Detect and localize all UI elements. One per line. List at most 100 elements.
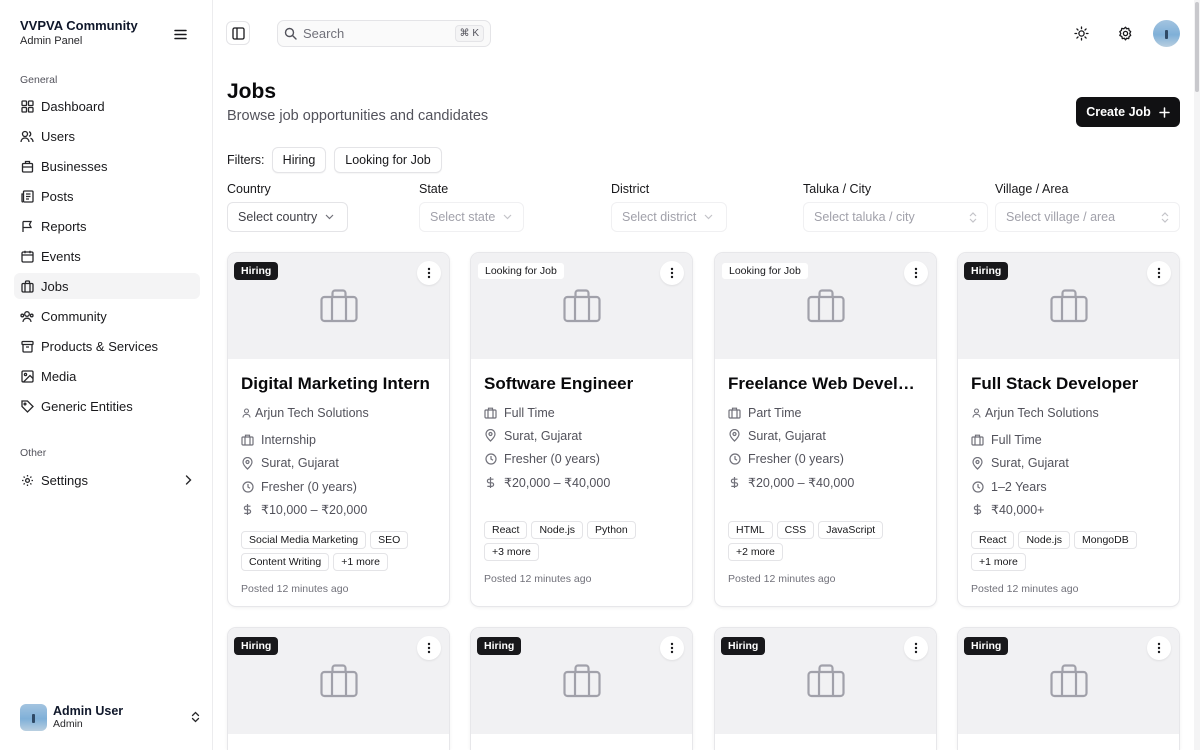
user-menu[interactable]: Admin User Admin	[20, 703, 200, 731]
avatar[interactable]	[1153, 20, 1180, 47]
create-job-button[interactable]: Create Job	[1076, 97, 1180, 127]
status-badge: Looking for Job	[721, 262, 809, 280]
user-role: Admin	[53, 717, 83, 730]
job-card[interactable]: Hiring Full Stack Developer Arjun Tech S…	[957, 252, 1180, 607]
job-card[interactable]: Hiring Digital Marketing Intern Arjun Te…	[227, 252, 450, 607]
briefcase-icon	[319, 289, 358, 323]
more-options-button[interactable]	[1147, 636, 1171, 660]
sidebar-item-dashboard[interactable]: Dashboard	[14, 93, 200, 119]
menu-icon[interactable]	[170, 24, 190, 44]
scrollbar-thumb[interactable]	[1195, 2, 1199, 92]
country-select[interactable]: Select country	[227, 202, 348, 232]
skill-tags: Social Media Marketing SEO Content Writi…	[241, 531, 431, 572]
dashboard-icon	[20, 99, 34, 113]
sidebar-item-media[interactable]: Media	[14, 363, 200, 389]
sidebar-item-label: Reports	[41, 218, 87, 234]
sidebar-toggle-button[interactable]	[226, 21, 250, 45]
posted-time: Posted 12 minutes ago	[484, 573, 592, 586]
job-card[interactable]: Hiring	[227, 627, 450, 750]
gear-icon	[1118, 26, 1133, 41]
search-input[interactable]	[303, 26, 453, 41]
sidebar-item-generic-entities[interactable]: Generic Entities	[14, 393, 200, 419]
taluka-select-value: Select taluka / city	[814, 210, 915, 224]
sidebar-item-label: Products & Services	[41, 338, 159, 354]
skill-tag: SEO	[370, 531, 409, 550]
briefcase-icon	[20, 279, 34, 293]
job-title: Software Engineer	[484, 374, 634, 393]
job-card[interactable]: Hiring	[714, 627, 937, 750]
sidebar-item-products-services[interactable]: Products & Services	[14, 333, 200, 359]
sidebar-item-events[interactable]: Events	[14, 243, 200, 269]
job-title: Full Stack Developer	[971, 374, 1139, 393]
app-subtitle: Admin Panel	[20, 35, 83, 47]
filter-hiring-button[interactable]: Hiring	[272, 147, 326, 173]
settings-button[interactable]	[1114, 22, 1136, 44]
sidebar-item-businesses[interactable]: Businesses	[14, 153, 200, 179]
skill-tags: React Node.js MongoDB +1 more	[971, 531, 1161, 572]
state-select[interactable]: Select state	[419, 202, 524, 232]
more-vertical-icon	[670, 267, 674, 279]
job-card[interactable]: Hiring	[957, 627, 1180, 750]
sun-icon	[1073, 25, 1089, 41]
country-select-value: Select country	[238, 210, 318, 224]
more-options-button[interactable]	[417, 261, 441, 285]
skill-tag: Social Media Marketing	[241, 531, 367, 550]
search-icon	[284, 27, 297, 40]
sidebar-item-label: Posts	[41, 188, 74, 204]
status-badge: Hiring	[964, 637, 1009, 655]
district-select[interactable]: Select district	[611, 202, 727, 232]
job-type: Full Time	[971, 428, 1166, 451]
user-icon	[241, 406, 251, 419]
dollar-icon	[241, 503, 254, 516]
sidebar-item-jobs[interactable]: Jobs	[14, 273, 200, 299]
plus-icon	[1159, 106, 1170, 118]
job-type: Full Time	[484, 401, 679, 424]
more-options-button[interactable]	[660, 636, 684, 660]
sidebar-item-reports[interactable]: Reports	[14, 213, 200, 239]
taluka-select[interactable]: Select taluka / city	[803, 202, 988, 232]
skill-tag: React	[971, 531, 1015, 550]
village-select[interactable]: Select village / area	[995, 202, 1180, 232]
job-salary: ₹20,000 – ₹40,000	[484, 471, 679, 494]
job-type: Internship	[241, 428, 436, 451]
job-card[interactable]: Looking for Job Freelance Web Developer …	[714, 252, 937, 607]
more-options-button[interactable]	[1147, 261, 1171, 285]
scrollbar-track	[1194, 0, 1200, 750]
village-select-value: Select village / area	[1006, 210, 1116, 224]
skill-tag: Content Writing	[241, 553, 330, 572]
job-card[interactable]: Looking for Job Software Engineer Full T…	[470, 252, 693, 607]
job-type-text: Full Time	[504, 405, 555, 420]
search-box[interactable]: ⌘ K	[277, 20, 491, 47]
more-options-button[interactable]	[417, 636, 441, 660]
job-salary-text: ₹20,000 – ₹40,000	[504, 476, 611, 491]
filter-looking-for-job-button[interactable]: Looking for Job	[334, 147, 442, 173]
more-options-button[interactable]	[660, 261, 684, 285]
sidebar-item-users[interactable]: Users	[14, 123, 200, 149]
skill-tag: HTML	[728, 521, 773, 540]
clock-icon	[484, 453, 497, 466]
search-shortcut: ⌘ K	[454, 25, 484, 42]
flag-icon	[20, 219, 34, 233]
sidebar-item-community[interactable]: Community	[14, 303, 200, 329]
job-experience-text: Fresher (0 years)	[504, 452, 600, 467]
skill-tag: JavaScript	[818, 521, 884, 540]
page-subtitle: Browse job opportunities and candidates	[227, 108, 489, 124]
more-tags: +1 more	[333, 553, 388, 572]
more-options-button[interactable]	[904, 636, 928, 660]
skill-tag: CSS	[776, 521, 815, 540]
card-image: Hiring	[228, 628, 449, 734]
job-card[interactable]: Hiring	[470, 627, 693, 750]
clock-icon	[971, 480, 984, 493]
status-badge: Hiring	[721, 637, 766, 655]
sidebar-nav: Dashboard Users Businesses Posts Reports…	[14, 93, 200, 423]
sidebar-item-settings[interactable]: Settings	[14, 467, 200, 493]
brand[interactable]: VVPVA Community Admin Panel	[20, 18, 170, 48]
job-title: Digital Marketing Intern	[241, 374, 430, 393]
sidebar-item-posts[interactable]: Posts	[14, 183, 200, 209]
clock-icon	[728, 453, 741, 466]
gear-icon	[20, 473, 34, 487]
theme-toggle-button[interactable]	[1070, 22, 1092, 44]
more-options-button[interactable]	[904, 261, 928, 285]
job-title: Freelance Web Developer	[728, 374, 923, 393]
state-label: State	[419, 182, 449, 196]
